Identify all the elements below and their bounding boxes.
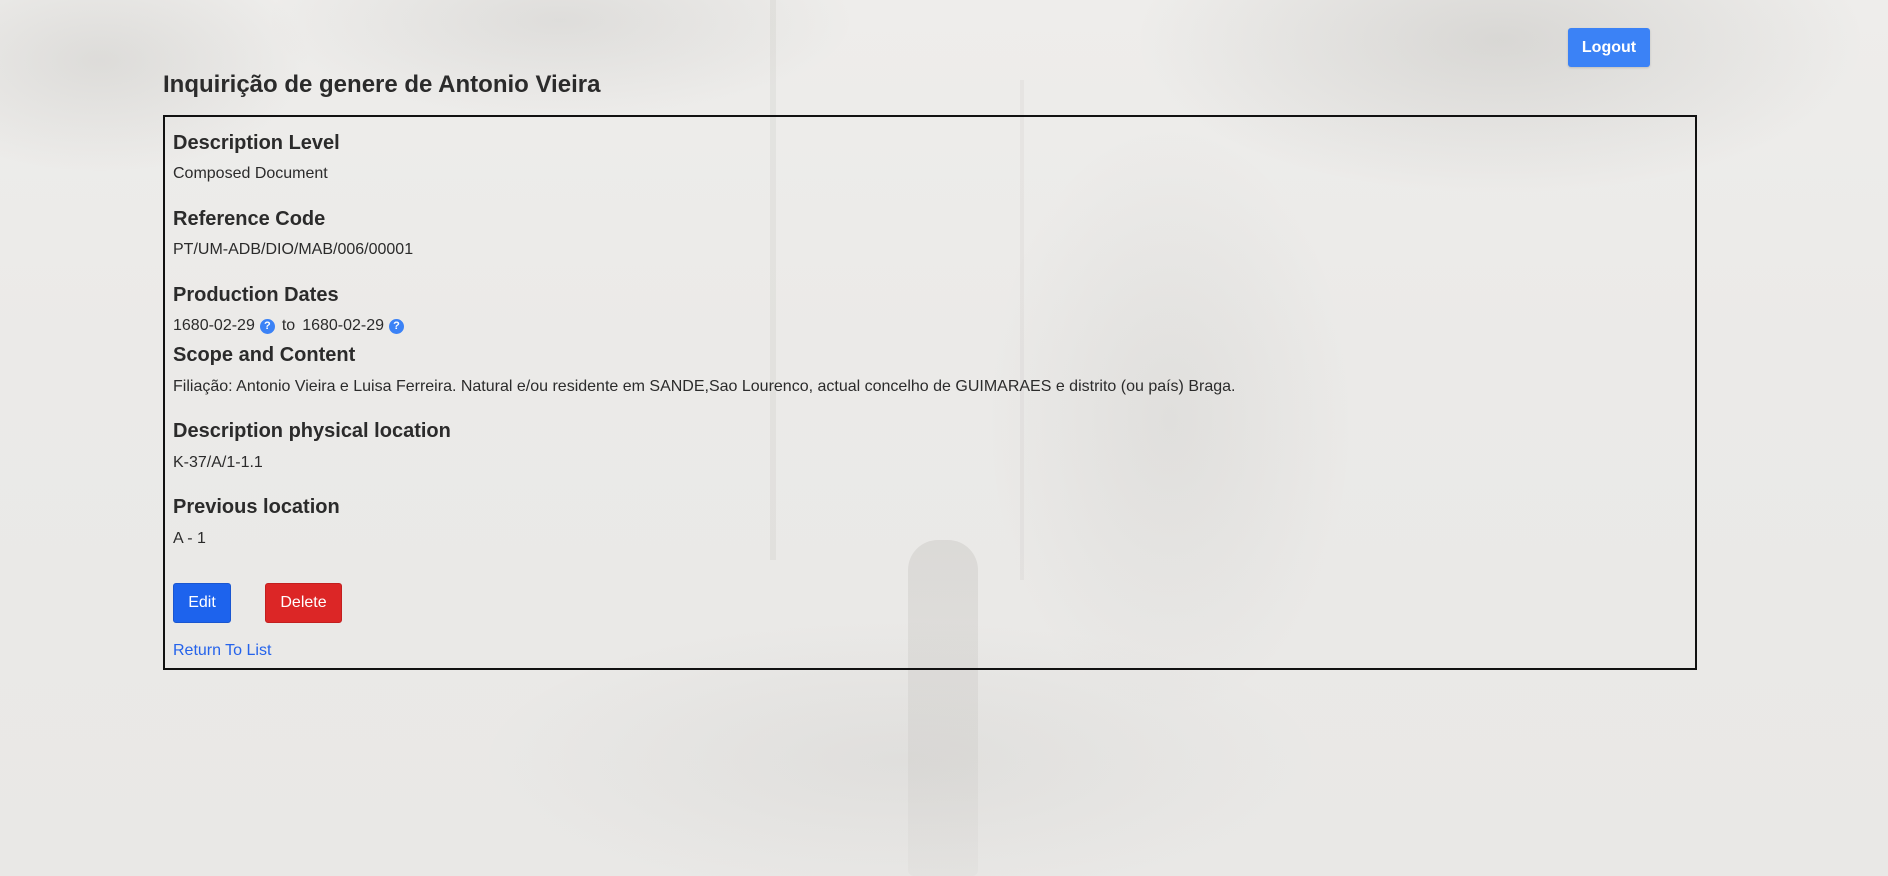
delete-button[interactable]: Delete (265, 583, 342, 623)
end-date: 1680-02-29 (302, 317, 385, 334)
start-date-help-icon[interactable]: ? (259, 318, 275, 334)
physical-location-heading: Description physical location (173, 420, 451, 442)
previous-location-heading: Previous location (173, 496, 340, 518)
production-dates-heading: Production Dates (173, 284, 339, 306)
reference-code-value: PT/UM-ADB/DIO/MAB/006/00001 (173, 241, 414, 258)
page-title: Inquirição de genere de Antonio Vieira (163, 71, 601, 98)
record-details-panel: Description Level Composed Document Refe… (163, 115, 1697, 670)
end-date-help-icon[interactable]: ? (389, 318, 405, 334)
previous-location-value: A - 1 (173, 530, 206, 547)
physical-location-value: K-37/A/1-1.1 (173, 454, 263, 471)
description-level-value: Composed Document (173, 165, 328, 182)
edit-button[interactable]: Edit (173, 583, 231, 623)
scope-and-content-heading: Scope and Content (173, 344, 356, 366)
description-level-heading: Description Level (173, 132, 340, 154)
date-separator: to (281, 317, 296, 334)
return-to-list-link[interactable]: Return To List (173, 641, 271, 661)
start-date: 1680-02-29 (173, 317, 255, 334)
production-dates-value: 1680-02-29 ? to 1680-02-29 ? (173, 316, 405, 336)
reference-code-heading: Reference Code (173, 208, 326, 230)
logout-button[interactable]: Logout (1568, 28, 1650, 67)
scope-and-content-value: Filiação: Antonio Vieira e Luisa Ferreir… (173, 378, 1236, 395)
